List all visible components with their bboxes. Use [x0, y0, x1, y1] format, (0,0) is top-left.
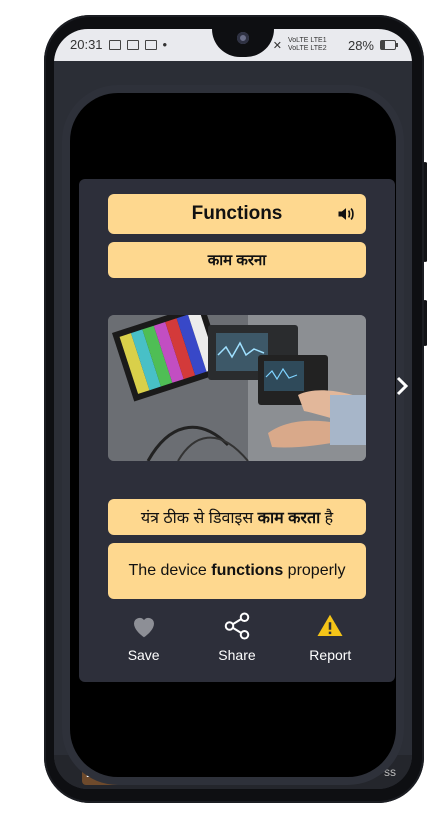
- speaker-icon[interactable]: [336, 204, 356, 224]
- more-notifications-icon: •: [162, 37, 168, 52]
- status-right: ✕ VoLTE LTE1 VoLTE LTE2 28%: [272, 37, 398, 53]
- share-button[interactable]: Share: [197, 611, 277, 663]
- save-button[interactable]: Save: [104, 611, 184, 663]
- example-hindi-prefix: यंत्र ठीक से डिवाइस: [140, 510, 258, 527]
- example-english-box: The device functions properly: [108, 543, 366, 599]
- photo-illustration: [108, 315, 366, 461]
- status-left: 20:31 •: [70, 37, 167, 52]
- notification-icon: [144, 39, 157, 50]
- share-label: Share: [218, 647, 256, 663]
- mute-icon: ✕: [272, 39, 282, 52]
- word-card: Functions काम करना यंत्र ठीक से डिवाइस क…: [79, 179, 409, 682]
- example-hindi-bold: काम करता: [257, 510, 321, 527]
- status-bar: 20:31 • ✕ VoLTE LTE1 VoLTE LTE2 28%: [54, 29, 412, 61]
- heart-icon: [133, 617, 154, 638]
- battery-percent: 28%: [347, 37, 374, 53]
- gallery-icon: [108, 39, 121, 50]
- example-english-text: The device functions properly: [129, 561, 346, 581]
- example-hindi-suffix: है: [320, 510, 334, 527]
- battery-icon: [380, 40, 398, 50]
- background-text-fragment: ss: [384, 765, 396, 779]
- action-bar: Save Share Report: [79, 611, 395, 671]
- example-english-suffix: properly: [283, 562, 346, 579]
- warning-icon: [317, 614, 343, 636]
- status-time: 20:31: [70, 37, 103, 52]
- share-icon: [224, 612, 250, 640]
- phone-frame: 20:31 • ✕ VoLTE LTE1 VoLTE LTE2 28% ‹ Di: [44, 15, 424, 803]
- save-label: Save: [127, 647, 160, 663]
- report-label: Report: [309, 647, 352, 663]
- word-title: Functions: [191, 203, 283, 224]
- signal-text: VoLTE LTE1 VoLTE LTE2: [287, 37, 327, 52]
- example-english-bold: functions: [211, 562, 284, 579]
- word-title-box: Functions: [108, 194, 366, 234]
- screen-icon: [126, 39, 139, 50]
- camera-notch: [212, 29, 274, 57]
- phone-screen: 20:31 • ✕ VoLTE LTE1 VoLTE LTE2 28% ‹ Di: [54, 29, 412, 789]
- example-english-prefix: The device: [128, 562, 212, 579]
- meaning-box: काम करना: [108, 242, 366, 278]
- word-meaning: काम करना: [207, 252, 267, 269]
- example-hindi-box: यंत्र ठीक से डिवाइस काम करता है: [108, 499, 366, 535]
- front-camera: [237, 32, 249, 44]
- next-chevron-icon[interactable]: [395, 375, 409, 403]
- lab-equipment-photo: [108, 315, 366, 461]
- report-button[interactable]: Report: [290, 611, 370, 663]
